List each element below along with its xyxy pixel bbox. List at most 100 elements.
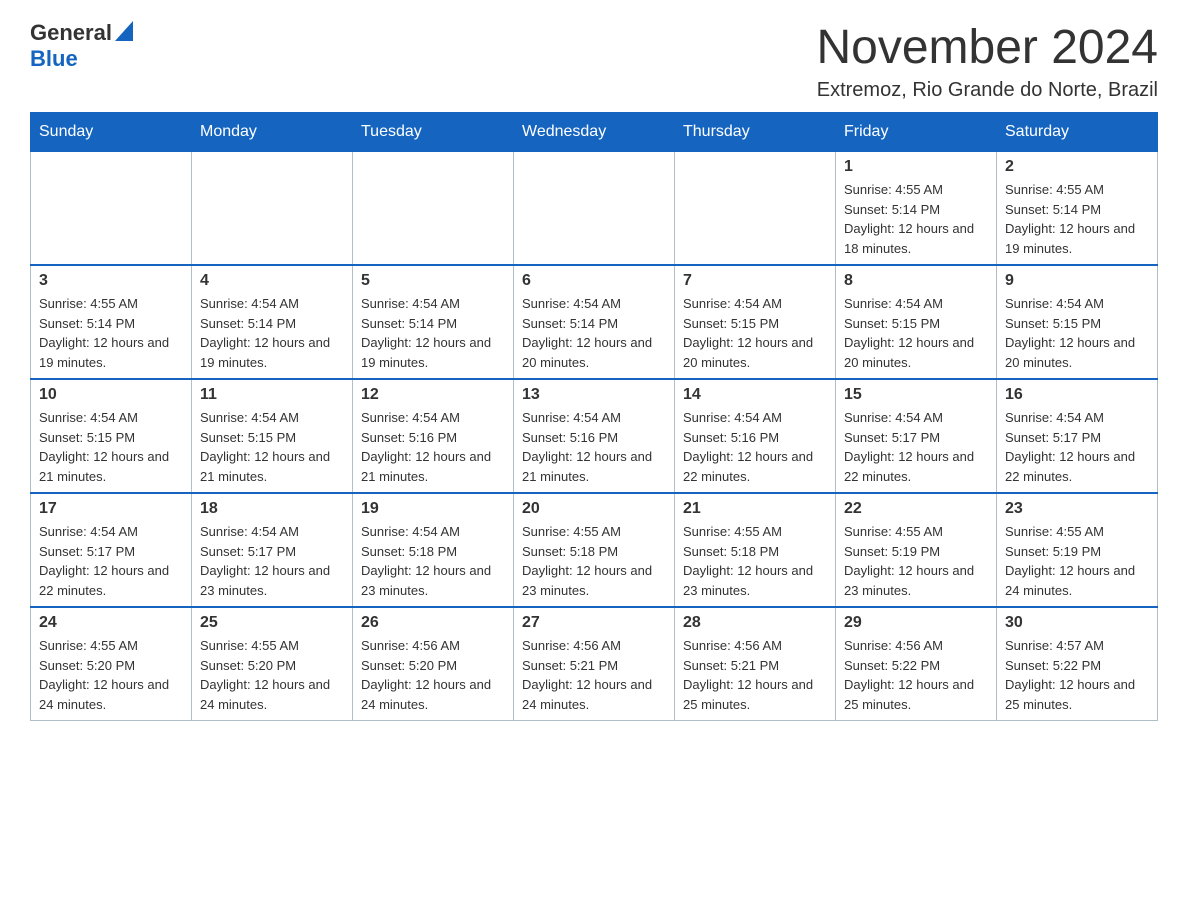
calendar-cell: 16 Sunrise: 4:54 AMSunset: 5:17 PMDayligh… — [997, 379, 1158, 493]
cell-info: Sunrise: 4:54 AMSunset: 5:18 PMDaylight:… — [361, 522, 505, 600]
calendar-cell — [192, 152, 353, 266]
week-row-3: 10 Sunrise: 4:54 AMSunset: 5:15 PMDayligh… — [31, 379, 1158, 493]
calendar-cell: 5Sunrise: 4:54 AMSunset: 5:14 PMDaylight… — [353, 265, 514, 379]
page-header: General Blue November 2024 Extremoz, Rio… — [30, 20, 1158, 102]
cell-date-number: 15 — [844, 386, 988, 404]
calendar-cell: 2Sunrise: 4:55 AMSunset: 5:14 PMDaylight… — [997, 152, 1158, 266]
cell-info: Sunrise: 4:54 AMSunset: 5:15 PMDaylight:… — [1005, 294, 1149, 372]
calendar-cell: 11Sunrise: 4:54 AMSunset: 5:15 PMDayligh… — [192, 379, 353, 493]
cell-date-number: 19 — [361, 500, 505, 518]
calendar-cell: 22 Sunrise: 4:55 AMSunset: 5:19 PMDayligh… — [836, 493, 997, 607]
cell-date-number: 22 — [844, 500, 988, 518]
month-title: November 2024 — [816, 20, 1158, 75]
cell-date-number: 29 — [844, 614, 988, 632]
cell-info: Sunrise: 4:56 AMSunset: 5:21 PMDaylight:… — [683, 636, 827, 714]
cell-date-number: 26 — [361, 614, 505, 632]
cell-info: Sunrise: 4:54 AMSunset: 5:15 PMDaylight:… — [200, 408, 344, 486]
logo-blue-text: Blue — [30, 46, 78, 71]
cell-info: Sunrise: 4:54 AMSunset: 5:17 PMDaylight:… — [39, 522, 183, 600]
cell-info: Sunrise: 4:54 AMSunset: 5:14 PMDaylight:… — [200, 294, 344, 372]
calendar-cell: 14 Sunrise: 4:54 AMSunset: 5:16 PMDayligh… — [675, 379, 836, 493]
logo-triangle-icon — [115, 21, 133, 41]
cell-date-number: 24 — [39, 614, 183, 632]
calendar-cell: 30Sunrise: 4:57 AMSunset: 5:22 PMDayligh… — [997, 607, 1158, 721]
week-row-1: 1 Sunrise: 4:55 AMSunset: 5:14 PMDaylight… — [31, 152, 1158, 266]
calendar-cell: 21Sunrise: 4:55 AMSunset: 5:18 PMDayligh… — [675, 493, 836, 607]
calendar-cell: 19 Sunrise: 4:54 AMSunset: 5:18 PMDayligh… — [353, 493, 514, 607]
calendar-cell: 18 Sunrise: 4:54 AMSunset: 5:17 PMDayligh… — [192, 493, 353, 607]
cell-date-number: 2 — [1005, 158, 1149, 176]
cell-info: Sunrise: 4:55 AMSunset: 5:20 PMDaylight:… — [200, 636, 344, 714]
calendar-cell: 7 Sunrise: 4:54 AMSunset: 5:15 PMDaylight… — [675, 265, 836, 379]
cell-info: Sunrise: 4:54 AMSunset: 5:17 PMDaylight:… — [844, 408, 988, 486]
calendar-cell: 23Sunrise: 4:55 AMSunset: 5:19 PMDayligh… — [997, 493, 1158, 607]
logo: General Blue — [30, 20, 133, 72]
cell-info: Sunrise: 4:54 AMSunset: 5:15 PMDaylight:… — [683, 294, 827, 372]
cell-date-number: 14 — [683, 386, 827, 404]
calendar-cell: 4 Sunrise: 4:54 AMSunset: 5:14 PMDaylight… — [192, 265, 353, 379]
calendar-cell: 10 Sunrise: 4:54 AMSunset: 5:15 PMDayligh… — [31, 379, 192, 493]
week-row-4: 17 Sunrise: 4:54 AMSunset: 5:17 PMDayligh… — [31, 493, 1158, 607]
title-area: November 2024 Extremoz, Rio Grande do No… — [816, 20, 1158, 102]
cell-info: Sunrise: 4:54 AMSunset: 5:17 PMDaylight:… — [200, 522, 344, 600]
cell-date-number: 13 — [522, 386, 666, 404]
day-header-friday: Friday — [836, 113, 997, 152]
cell-info: Sunrise: 4:55 AMSunset: 5:14 PMDaylight:… — [844, 180, 988, 258]
calendar-cell — [353, 152, 514, 266]
cell-date-number: 30 — [1005, 614, 1149, 632]
calendar-cell: 1 Sunrise: 4:55 AMSunset: 5:14 PMDaylight… — [836, 152, 997, 266]
cell-date-number: 28 — [683, 614, 827, 632]
cell-date-number: 9 — [1005, 272, 1149, 290]
cell-info: Sunrise: 4:54 AMSunset: 5:14 PMDaylight:… — [522, 294, 666, 372]
calendar-cell: 8 Sunrise: 4:54 AMSunset: 5:15 PMDaylight… — [836, 265, 997, 379]
cell-date-number: 20 — [522, 500, 666, 518]
cell-info: Sunrise: 4:54 AMSunset: 5:16 PMDaylight:… — [361, 408, 505, 486]
cell-info: Sunrise: 4:55 AMSunset: 5:14 PMDaylight:… — [39, 294, 183, 372]
cell-date-number: 8 — [844, 272, 988, 290]
cell-info: Sunrise: 4:54 AMSunset: 5:17 PMDaylight:… — [1005, 408, 1149, 486]
calendar-cell: 17 Sunrise: 4:54 AMSunset: 5:17 PMDayligh… — [31, 493, 192, 607]
day-header-tuesday: Tuesday — [353, 113, 514, 152]
cell-info: Sunrise: 4:55 AMSunset: 5:18 PMDaylight:… — [683, 522, 827, 600]
cell-date-number: 7 — [683, 272, 827, 290]
calendar-cell: 12Sunrise: 4:54 AMSunset: 5:16 PMDayligh… — [353, 379, 514, 493]
cell-date-number: 5 — [361, 272, 505, 290]
calendar-cell: 24 Sunrise: 4:55 AMSunset: 5:20 PMDayligh… — [31, 607, 192, 721]
calendar-cell: 6 Sunrise: 4:54 AMSunset: 5:14 PMDaylight… — [514, 265, 675, 379]
cell-date-number: 10 — [39, 386, 183, 404]
cell-info: Sunrise: 4:55 AMSunset: 5:19 PMDaylight:… — [844, 522, 988, 600]
calendar-cell: 3 Sunrise: 4:55 AMSunset: 5:14 PMDaylight… — [31, 265, 192, 379]
cell-info: Sunrise: 4:54 AMSunset: 5:15 PMDaylight:… — [39, 408, 183, 486]
day-header-sunday: Sunday — [31, 113, 192, 152]
cell-date-number: 3 — [39, 272, 183, 290]
cell-info: Sunrise: 4:54 AMSunset: 5:16 PMDaylight:… — [683, 408, 827, 486]
cell-date-number: 1 — [844, 158, 988, 176]
day-header-monday: Monday — [192, 113, 353, 152]
calendar-table: SundayMondayTuesdayWednesdayThursdayFrid… — [30, 112, 1158, 721]
calendar-cell: 9 Sunrise: 4:54 AMSunset: 5:15 PMDaylight… — [997, 265, 1158, 379]
cell-date-number: 6 — [522, 272, 666, 290]
cell-date-number: 4 — [200, 272, 344, 290]
day-header-wednesday: Wednesday — [514, 113, 675, 152]
calendar-cell: 28 Sunrise: 4:56 AMSunset: 5:21 PMDayligh… — [675, 607, 836, 721]
location-title: Extremoz, Rio Grande do Norte, Brazil — [816, 79, 1158, 102]
cell-info: Sunrise: 4:55 AMSunset: 5:20 PMDaylight:… — [39, 636, 183, 714]
cell-info: Sunrise: 4:55 AMSunset: 5:18 PMDaylight:… — [522, 522, 666, 600]
calendar-cell — [675, 152, 836, 266]
cell-info: Sunrise: 4:54 AMSunset: 5:15 PMDaylight:… — [844, 294, 988, 372]
calendar-cell: 13Sunrise: 4:54 AMSunset: 5:16 PMDayligh… — [514, 379, 675, 493]
day-header-thursday: Thursday — [675, 113, 836, 152]
calendar-cell: 27Sunrise: 4:56 AMSunset: 5:21 PMDayligh… — [514, 607, 675, 721]
day-header-saturday: Saturday — [997, 113, 1158, 152]
cell-date-number: 16 — [1005, 386, 1149, 404]
cell-date-number: 25 — [200, 614, 344, 632]
week-row-2: 3 Sunrise: 4:55 AMSunset: 5:14 PMDaylight… — [31, 265, 1158, 379]
header-row: SundayMondayTuesdayWednesdayThursdayFrid… — [31, 113, 1158, 152]
cell-date-number: 18 — [200, 500, 344, 518]
cell-date-number: 17 — [39, 500, 183, 518]
cell-info: Sunrise: 4:55 AMSunset: 5:19 PMDaylight:… — [1005, 522, 1149, 600]
cell-info: Sunrise: 4:56 AMSunset: 5:20 PMDaylight:… — [361, 636, 505, 714]
cell-info: Sunrise: 4:56 AMSunset: 5:22 PMDaylight:… — [844, 636, 988, 714]
calendar-cell — [514, 152, 675, 266]
logo-general-text: General — [30, 20, 112, 46]
